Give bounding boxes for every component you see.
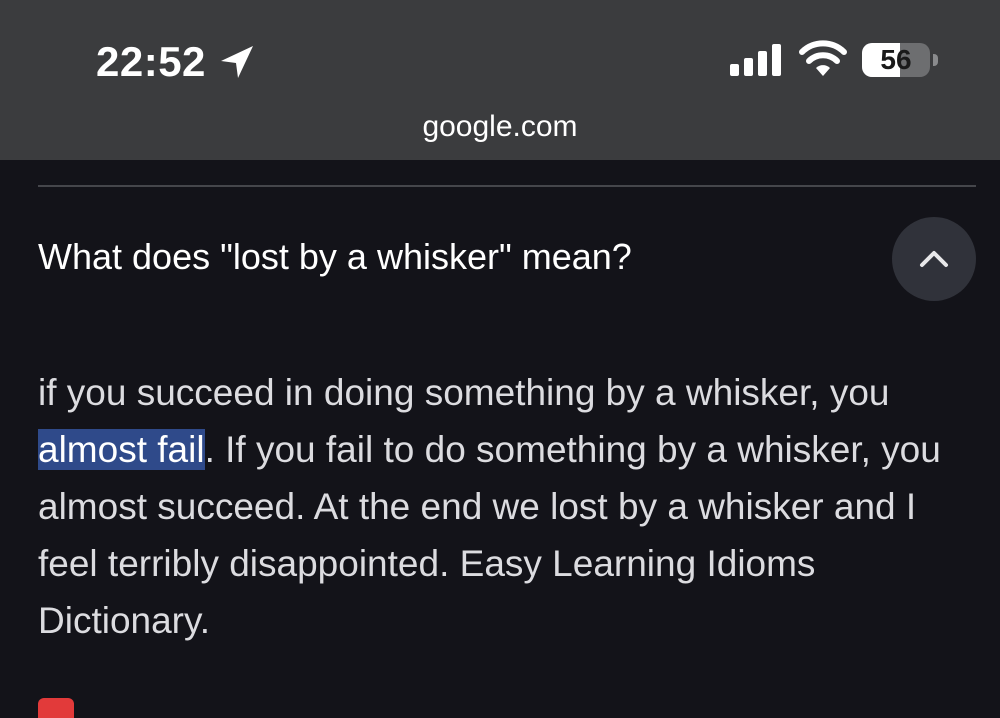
battery-icon: 56 bbox=[862, 43, 940, 77]
address-bar-url[interactable]: google.com bbox=[0, 110, 1000, 144]
collapse-button[interactable] bbox=[892, 217, 976, 301]
answer-text-before: if you succeed in doing something by a w… bbox=[38, 372, 890, 413]
wifi-icon bbox=[799, 40, 847, 76]
cellular-signal-icon bbox=[730, 44, 781, 76]
answer-highlight: almost fail bbox=[38, 429, 205, 470]
status-bar: 22:52 56 google.com bbox=[0, 0, 1000, 160]
section-divider bbox=[38, 185, 976, 187]
chevron-up-icon bbox=[920, 251, 948, 267]
battery-level: 56 bbox=[880, 44, 912, 75]
location-arrow-icon bbox=[221, 46, 253, 78]
battery-body: 56 bbox=[862, 43, 930, 77]
faq-answer: if you succeed in doing something by a w… bbox=[38, 364, 978, 649]
battery-nub bbox=[933, 54, 938, 66]
status-time: 22:52 bbox=[96, 38, 206, 85]
source-favicon-icon bbox=[38, 698, 74, 718]
faq-question[interactable]: What does "lost by a whisker" mean? bbox=[38, 236, 632, 278]
